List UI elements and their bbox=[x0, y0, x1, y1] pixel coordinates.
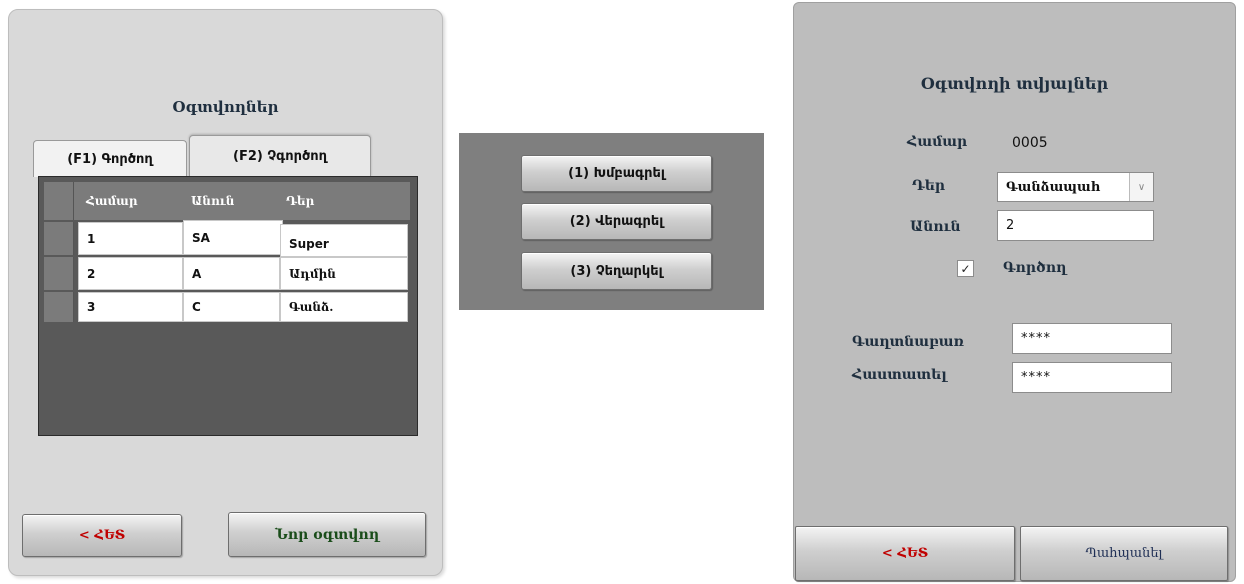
password-label: Գաղտնաբառ bbox=[852, 334, 964, 350]
row-selector[interactable] bbox=[44, 257, 74, 290]
password-input[interactable]: **** bbox=[1012, 323, 1172, 354]
tab-active-users[interactable]: (F1) Գործող bbox=[33, 140, 187, 177]
user-details-title: Օգտվողի տվյալներ bbox=[920, 74, 1109, 93]
row-selector[interactable] bbox=[44, 222, 74, 255]
check-icon: ✓ bbox=[960, 261, 971, 276]
edit-button[interactable]: (1) Խմբագրել bbox=[521, 155, 712, 192]
table-cell-name[interactable]: A bbox=[183, 257, 280, 290]
confirm-password-label: Հաստատել bbox=[852, 367, 947, 383]
active-checkbox[interactable]: ✓ bbox=[957, 260, 974, 277]
table-cell-name[interactable]: SA bbox=[183, 220, 283, 255]
grid-header-corner bbox=[44, 182, 74, 220]
table-cell-number[interactable]: 3 bbox=[78, 292, 183, 322]
name-input[interactable]: 2 bbox=[997, 210, 1154, 241]
reassign-button[interactable]: (2) Վերագրել bbox=[521, 203, 712, 240]
details-back-button[interactable]: < ՀԵՏ bbox=[795, 526, 1015, 581]
table-cell-number[interactable]: 1 bbox=[78, 222, 183, 255]
number-label: Համար bbox=[907, 134, 968, 150]
users-panel-title: Օգտվողներ bbox=[172, 98, 279, 116]
table-cell-name[interactable]: C bbox=[183, 292, 280, 322]
new-user-button[interactable]: Նոր օգտվող bbox=[228, 512, 426, 557]
active-label: Գործող bbox=[1003, 260, 1067, 276]
cancel-button[interactable]: (3) Չեղարկել bbox=[521, 252, 712, 290]
table-cell-role[interactable]: Ադմին bbox=[280, 257, 408, 290]
column-header-role[interactable]: Դեր bbox=[278, 182, 408, 220]
table-cell-role[interactable]: Գանձ. bbox=[280, 292, 408, 322]
column-header-number[interactable]: Համար bbox=[78, 182, 183, 220]
role-label: Դեր bbox=[912, 178, 946, 194]
confirm-password-input[interactable]: **** bbox=[1012, 362, 1172, 393]
table-cell-role[interactable]: Super bbox=[280, 224, 408, 257]
role-select-value: Գանձապահ bbox=[1006, 179, 1101, 195]
save-button[interactable]: Պահպանել bbox=[1020, 526, 1228, 581]
row-selector[interactable] bbox=[44, 292, 74, 322]
table-cell-number[interactable]: 2 bbox=[78, 257, 183, 290]
chevron-down-icon[interactable]: ∨ bbox=[1129, 173, 1153, 201]
name-label: Անուն bbox=[910, 219, 961, 235]
back-button[interactable]: < ՀԵՏ bbox=[22, 514, 182, 557]
number-value: 0005 bbox=[1012, 135, 1048, 151]
tab-inactive-users[interactable]: (F2) Չգործող bbox=[189, 135, 371, 177]
column-header-name[interactable]: Անուն bbox=[183, 182, 278, 220]
